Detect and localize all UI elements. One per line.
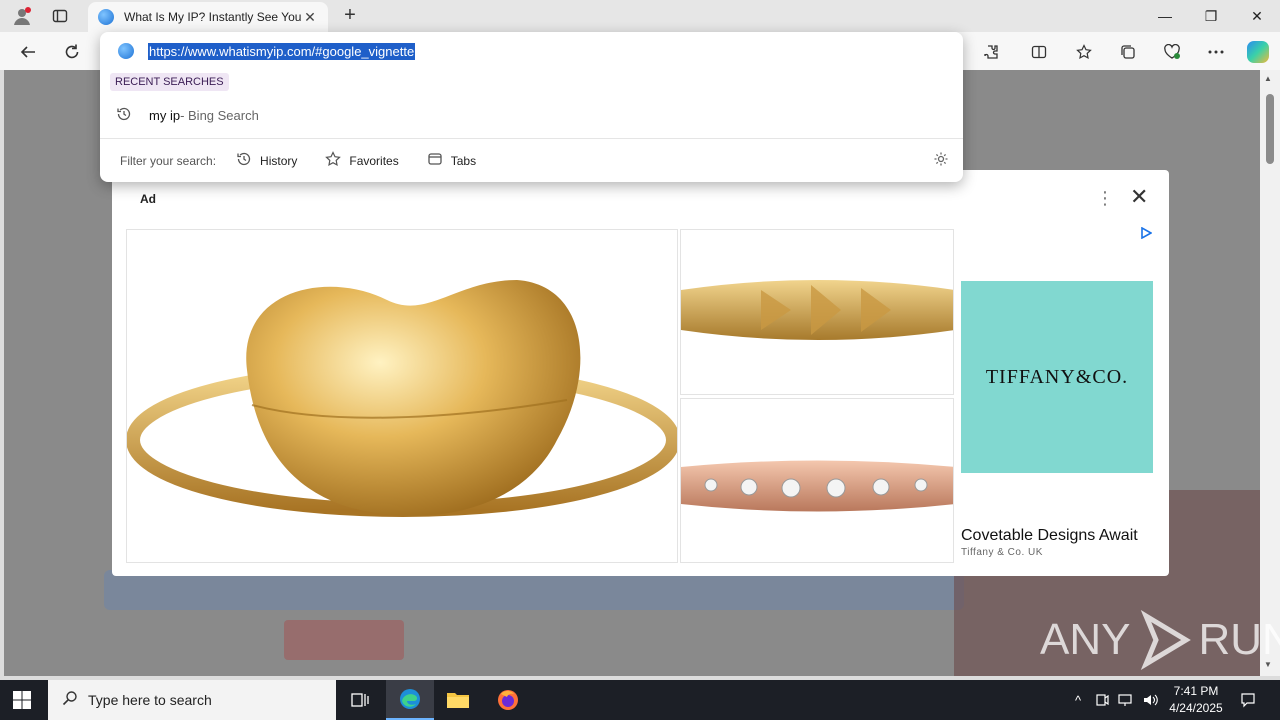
- file-explorer-icon[interactable]: [434, 680, 482, 720]
- start-button[interactable]: [12, 690, 32, 713]
- address-dropdown: https://www.whatismyip.com/#google_vigne…: [100, 32, 963, 182]
- scroll-up-icon[interactable]: ▲: [1264, 74, 1272, 83]
- suggestion-query: my ip: [149, 107, 181, 123]
- filter-history-label: History: [260, 153, 298, 168]
- meet-now-icon[interactable]: [1092, 680, 1112, 720]
- filter-history-button[interactable]: History: [236, 151, 297, 171]
- ring-image-main[interactable]: [126, 229, 678, 563]
- recent-searches-label: RECENT SEARCHES: [110, 73, 229, 91]
- search-icon: [62, 690, 78, 711]
- browser-essentials-icon[interactable]: [1159, 39, 1185, 65]
- back-icon[interactable]: [14, 38, 42, 66]
- anyrun-watermark: ANY RUN: [1040, 610, 1280, 670]
- new-tab-button[interactable]: +: [338, 4, 362, 28]
- split-screen-icon[interactable]: [1026, 39, 1052, 65]
- ad-overlay[interactable]: Ad ⋮ ✕ TIFFANY&CO. Covetable Designs Awa…: [112, 170, 1169, 576]
- site-info-icon[interactable]: [118, 43, 134, 59]
- restore-button[interactable]: ❐: [1188, 0, 1234, 32]
- copilot-icon[interactable]: [1245, 39, 1271, 65]
- watermark-right-text: RUN: [1198, 615, 1280, 664]
- ad-label: Ad: [140, 192, 156, 206]
- ring-image-top[interactable]: [680, 229, 954, 395]
- title-bar: What Is My IP? Instantly See Your ✕ + — …: [0, 0, 1280, 32]
- ad-advertiser[interactable]: Tiffany & Co. UK: [961, 547, 1043, 558]
- firefox-icon[interactable]: [484, 680, 532, 720]
- ring-image-bottom[interactable]: [680, 398, 954, 563]
- scrollbar-thumb[interactable]: [1266, 94, 1274, 164]
- tab-whatismyip[interactable]: What Is My IP? Instantly See Your ✕: [88, 2, 328, 32]
- taskbar-search-placeholder: Type here to search: [88, 692, 212, 708]
- filter-label: Filter your search:: [120, 153, 217, 168]
- system-clock[interactable]: 7:41 PM 4/24/2025: [1160, 683, 1232, 717]
- suggestion-source: - Bing Search: [180, 107, 259, 123]
- taskbar-search[interactable]: Type here to search: [48, 680, 336, 720]
- network-icon[interactable]: [1116, 680, 1136, 720]
- edge-taskbar-icon[interactable]: [386, 680, 434, 720]
- clock-date: 4/24/2025: [1169, 701, 1223, 715]
- tab-title: What Is My IP? Instantly See Your: [124, 10, 302, 24]
- show-hidden-icons[interactable]: ^: [1068, 680, 1088, 720]
- minimize-button[interactable]: —: [1142, 0, 1188, 32]
- profile-icon[interactable]: [10, 4, 34, 28]
- tab-close-icon[interactable]: ✕: [302, 9, 318, 26]
- refresh-icon[interactable]: [58, 38, 86, 66]
- clock-time: 7:41 PM: [1173, 684, 1219, 698]
- page-blur-button: [284, 620, 404, 660]
- star-icon: [325, 150, 342, 171]
- ad-options-icon[interactable]: ⋮: [1096, 188, 1114, 209]
- ad-headline[interactable]: Covetable Designs Await: [961, 527, 1138, 545]
- filter-tabs-button[interactable]: Tabs: [427, 151, 476, 171]
- page-blur-banner: [104, 570, 964, 610]
- tabs-icon: [427, 151, 443, 171]
- address-bar[interactable]: https://www.whatismyip.com/#google_vigne…: [100, 32, 963, 70]
- filter-bar: Filter your search: History Favorites Ta…: [100, 138, 963, 182]
- gear-icon[interactable]: [933, 151, 949, 172]
- adchoices-icon[interactable]: [1140, 226, 1154, 241]
- favorites-icon[interactable]: [1071, 39, 1097, 65]
- watermark-left-text: ANY: [1040, 615, 1131, 664]
- collections-icon[interactable]: [1115, 39, 1141, 65]
- globe-icon: [98, 9, 114, 25]
- extensions-icon[interactable]: [978, 39, 1004, 65]
- history-icon: [236, 151, 252, 171]
- history-icon: [116, 106, 134, 125]
- notifications-icon[interactable]: [1236, 680, 1260, 720]
- filter-tabs-label: Tabs: [450, 153, 477, 168]
- page-scrollbar[interactable]: ▲ ▼: [1260, 70, 1280, 676]
- suggestion-item[interactable]: my ip - Bing Search: [100, 100, 963, 130]
- ad-close-icon[interactable]: ✕: [1130, 184, 1148, 210]
- close-window-button[interactable]: ✕: [1234, 0, 1280, 32]
- more-menu-icon[interactable]: [1203, 39, 1229, 65]
- volume-icon[interactable]: [1140, 680, 1160, 720]
- address-input[interactable]: https://www.whatismyip.com/#google_vigne…: [148, 42, 416, 60]
- filter-favorites-label: Favorites: [349, 153, 399, 168]
- tiffany-logo-panel[interactable]: TIFFANY&CO.: [961, 281, 1153, 473]
- task-view-icon[interactable]: [336, 680, 384, 720]
- taskbar: Type here to search ^ 7:41 PM 4/24/2025: [0, 680, 1280, 720]
- tab-actions-icon[interactable]: [48, 4, 72, 28]
- filter-favorites-button[interactable]: Favorites: [325, 150, 399, 171]
- play-logo-icon: [1141, 610, 1192, 670]
- brand-logo-text: TIFFANY&CO.: [985, 365, 1129, 388]
